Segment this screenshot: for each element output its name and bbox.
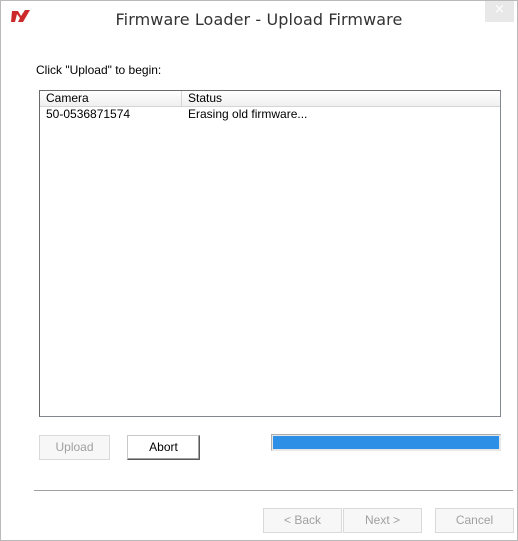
- upload-button[interactable]: Upload: [39, 435, 110, 460]
- column-header-camera[interactable]: Camera: [40, 91, 182, 106]
- close-button[interactable]: ×: [485, 1, 514, 22]
- separator-line: [34, 490, 513, 492]
- firmware-loader-window: Firmware Loader - Upload Firmware × Clic…: [0, 0, 518, 541]
- camera-serial: 50-0536871574: [46, 107, 131, 121]
- dialog-body: Click "Upload" to begin: Camera Status 5…: [1, 39, 517, 540]
- camera-status: Erasing old firmware...: [188, 107, 308, 121]
- camera-list[interactable]: Camera Status 50-0536871574 Erasing old …: [39, 90, 501, 417]
- back-button[interactable]: < Back: [263, 508, 342, 533]
- cancel-button[interactable]: Cancel: [435, 508, 514, 533]
- window-title: Firmware Loader - Upload Firmware: [115, 10, 403, 29]
- abort-button[interactable]: Abort: [127, 435, 200, 460]
- close-icon: ×: [494, 2, 505, 17]
- upload-progress-bar: [271, 434, 501, 451]
- list-header: Camera Status: [40, 91, 500, 107]
- progress-fill: [273, 436, 499, 449]
- instruction-label: Click "Upload" to begin:: [36, 63, 162, 77]
- title-bar[interactable]: Firmware Loader - Upload Firmware ×: [1, 1, 517, 39]
- next-button[interactable]: Next >: [343, 508, 422, 533]
- list-row[interactable]: 50-0536871574 Erasing old firmware...: [40, 107, 500, 121]
- column-header-status[interactable]: Status: [182, 91, 500, 106]
